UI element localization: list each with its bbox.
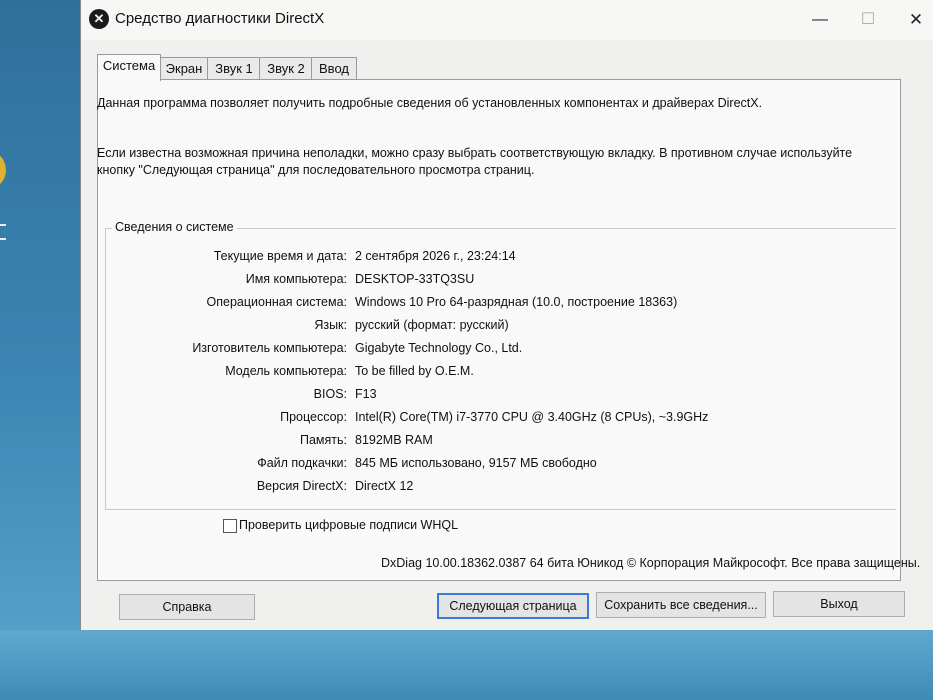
dxdiag-window: ✕ Средство диагностики DirectX — ☐ ✕ Сис… bbox=[80, 0, 933, 630]
info-value: русский (формат: русский) bbox=[355, 318, 509, 332]
info-row-language: Язык: русский (формат: русский) bbox=[106, 318, 726, 336]
tab-display[interactable]: Экран bbox=[159, 57, 209, 80]
info-label: Изготовитель компьютера: bbox=[192, 341, 347, 355]
intro-hint-text: Если известна возможная причина неполадк… bbox=[97, 146, 853, 177]
info-row-memory: Память: 8192MB RAM bbox=[106, 433, 726, 451]
info-label: Версия DirectX: bbox=[256, 479, 347, 493]
desktop-background bbox=[0, 0, 80, 700]
info-label: Язык: bbox=[314, 318, 347, 332]
whql-checkbox[interactable] bbox=[223, 519, 237, 533]
tab-sound-1[interactable]: Звук 1 bbox=[207, 57, 261, 80]
tab-sound-2[interactable]: Звук 2 bbox=[259, 57, 313, 80]
info-row-datetime: Текущие время и дата: 2 сентября 2026 г.… bbox=[106, 249, 726, 267]
info-label: Модель компьютера: bbox=[225, 364, 347, 378]
info-value: Gigabyte Technology Co., Ltd. bbox=[355, 341, 523, 355]
info-label: Файл подкачки: bbox=[257, 456, 347, 470]
info-value: DirectX 12 bbox=[355, 479, 414, 493]
tab-input[interactable]: Ввод bbox=[311, 57, 357, 80]
info-label: Процессор: bbox=[280, 410, 347, 424]
info-label: Память: bbox=[299, 433, 347, 447]
exit-button[interactable]: Выход bbox=[773, 591, 905, 617]
info-label: BIOS: bbox=[313, 387, 347, 401]
desktop-background-bottom bbox=[0, 630, 933, 700]
info-label: Имя компьютера: bbox=[245, 272, 347, 286]
info-row-bios: BIOS: F13 bbox=[106, 387, 726, 405]
info-value: DESKTOP-33TQ3SU bbox=[355, 272, 475, 286]
minimize-button[interactable]: — bbox=[797, 6, 843, 34]
system-info-group: Сведения о системе Текущие время и дата:… bbox=[105, 220, 896, 510]
tab-system[interactable]: Система bbox=[97, 54, 161, 81]
info-row-pagefile: Файл подкачки: 845 МБ использовано, 9157… bbox=[106, 456, 726, 474]
desktop-shortcut-partial bbox=[0, 224, 6, 240]
info-value: 8192MB RAM bbox=[355, 433, 433, 447]
dxdiag-icon: ✕ bbox=[89, 9, 109, 29]
info-row-processor: Процессор: Intel(R) Core(TM) i7-3770 CPU… bbox=[106, 410, 726, 428]
title-bar[interactable]: ✕ Средство диагностики DirectX — ☐ ✕ bbox=[81, 0, 933, 40]
maximize-button[interactable]: ☐ bbox=[845, 6, 891, 34]
intro-text: Данная программа позволяет получить подр… bbox=[97, 96, 763, 110]
info-row-model: Модель компьютера: To be filled by O.E.M… bbox=[106, 364, 726, 382]
info-value: 2 сентября 2026 г., 23:24:14 bbox=[355, 249, 516, 263]
save-all-button[interactable]: Сохранить все сведения... bbox=[596, 592, 766, 618]
info-value: 845 МБ использовано, 9157 МБ свободно bbox=[355, 456, 597, 470]
info-row-computer-name: Имя компьютера: DESKTOP-33TQ3SU bbox=[106, 272, 726, 290]
info-value: F13 bbox=[355, 387, 377, 401]
info-row-directx: Версия DirectX: DirectX 12 bbox=[106, 479, 726, 497]
info-label: Операционная система: bbox=[206, 295, 347, 309]
close-button[interactable]: ✕ bbox=[893, 6, 933, 34]
info-label: Текущие время и дата: bbox=[213, 249, 347, 263]
info-value: Intel(R) Core(TM) i7-3770 CPU @ 3.40GHz … bbox=[355, 410, 709, 424]
help-button[interactable]: Справка bbox=[119, 594, 255, 620]
next-page-button[interactable]: Следующая страница bbox=[437, 593, 589, 619]
whql-checkbox-label[interactable]: Проверить цифровые подписи WHQL bbox=[239, 518, 458, 532]
info-row-os: Операционная система: Windows 10 Pro 64-… bbox=[106, 295, 726, 313]
copyright-text: DxDiag 10.00.18362.0387 64 бита Юникод ©… bbox=[381, 556, 921, 570]
info-value: To be filled by O.E.M. bbox=[355, 364, 474, 378]
info-value: Windows 10 Pro 64-разрядная (10.0, постр… bbox=[355, 295, 678, 309]
window-title: Средство диагностики DirectX bbox=[115, 10, 325, 27]
info-row-manufacturer: Изготовитель компьютера: Gigabyte Techno… bbox=[106, 341, 726, 359]
system-info-title: Сведения о системе bbox=[112, 220, 237, 234]
